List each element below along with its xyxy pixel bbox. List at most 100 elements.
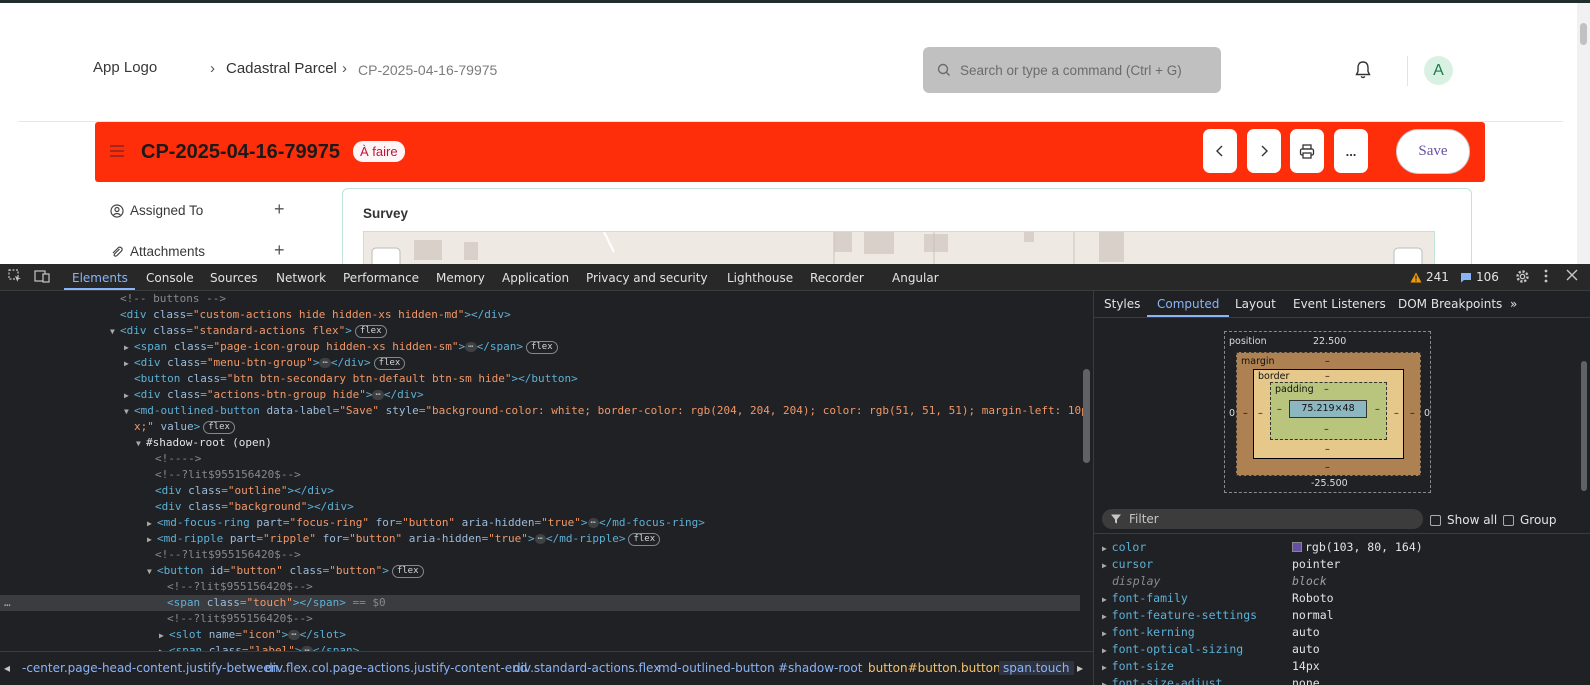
map[interactable] [363, 231, 1435, 264]
dom-crumb[interactable]: button#button.button [868, 661, 1001, 675]
margin-label: margin [1241, 356, 1275, 367]
breadcrumb-scroll-right-icon[interactable]: ▸ [1077, 661, 1083, 675]
tab-application[interactable]: Application [502, 271, 569, 285]
dom-node[interactable]: ▶ <slot name="icon"> ⋯ </slot> [0, 627, 1080, 643]
more-actions-button[interactable]: ... [1334, 129, 1368, 173]
dom-node[interactable]: <!----> [0, 451, 1080, 467]
dom-crumb[interactable]: md-outlined-button [658, 661, 775, 675]
tab-memory[interactable]: Memory [436, 271, 485, 285]
sidebar-toggle-icon[interactable] [110, 145, 124, 160]
dom-tree-scrollbar[interactable] [1081, 291, 1093, 651]
computed-prop-row[interactable]: ▶ cursor [1102, 557, 1153, 571]
dom-node[interactable]: <!--?lit$955156420$--> [0, 611, 1080, 627]
tab-recorder[interactable]: Recorder [810, 271, 864, 285]
row-ellipsis-icon[interactable]: … [4, 595, 11, 611]
dom-node[interactable]: ▶ <div class="menu-btn-group"> ⋯ </div> flex [0, 355, 1080, 371]
tab-sources[interactable]: Sources [210, 271, 257, 285]
dom-node[interactable]: ▼ <div class="standard-actions flex"> flex [0, 323, 1080, 339]
breadcrumb-scroll-left-icon[interactable]: ◂ [4, 661, 10, 675]
sidebar-item-label: Assigned To [130, 203, 204, 218]
kebab-menu-icon[interactable] [1544, 269, 1548, 287]
dom-node-selected[interactable]: … <span class="touch"></span> == $0 [0, 595, 1080, 611]
color-swatch[interactable] [1292, 542, 1302, 552]
dom-node[interactable]: <!--?lit$955156420$--> [0, 547, 1080, 563]
print-button[interactable] [1290, 129, 1324, 173]
tab-computed[interactable]: Computed [1157, 297, 1219, 311]
computed-filter-input[interactable]: Filter [1102, 509, 1423, 529]
dom-node[interactable]: ▶ <md-ripple part="ripple" for="button" a… [0, 531, 1080, 547]
dom-crumb-current[interactable]: span.touch [999, 661, 1074, 675]
dom-crumb[interactable]: div.standard-actions.flex [513, 661, 660, 675]
tab-event-listeners[interactable]: Event Listeners [1293, 297, 1386, 311]
prev-doc-button[interactable] [1203, 129, 1237, 173]
add-assignee-button[interactable]: + [274, 199, 285, 220]
next-doc-button[interactable] [1247, 129, 1281, 173]
close-devtools-icon[interactable] [1566, 269, 1578, 285]
computed-prop-row[interactable]: ▶ color [1102, 540, 1146, 554]
show-all-checkbox[interactable]: Show all [1430, 513, 1497, 527]
dom-node[interactable]: <button class="btn btn-secondary btn-def… [0, 371, 1080, 387]
dom-node[interactable]: <div class="background"></div> [0, 499, 1080, 515]
tab-console[interactable]: Console [146, 271, 194, 285]
avatar[interactable]: A [1424, 56, 1453, 85]
dom-node[interactable]: ▶<span class="label">⋯</span> [0, 643, 1080, 651]
tab-network[interactable]: Network [276, 271, 326, 285]
computed-prop-row[interactable]: ▶ font-size [1102, 659, 1174, 673]
tab-styles[interactable]: Styles [1104, 297, 1140, 311]
box-content[interactable]: 75.219×48 [1289, 400, 1367, 418]
search-input[interactable]: Search or type a command (Ctrl + G) [923, 47, 1221, 93]
more-tabs-icon[interactable]: » [1510, 297, 1517, 311]
dom-node[interactable]: x;" value> flex [0, 419, 1080, 435]
dom-node[interactable]: ▶ <md-focus-ring part="focus-ring" for="b… [0, 515, 1080, 531]
app-logo[interactable]: App Logo [93, 59, 157, 76]
computed-prop-row[interactable]: ▶ font-optical-sizing [1102, 642, 1243, 656]
page-scrollbar[interactable] [1577, 3, 1590, 264]
devtools-tabbar: Elements Console Sources Network Perform… [0, 264, 1590, 291]
sidebar-item-assigned-to[interactable]: Assigned To [110, 203, 203, 218]
messages-counter[interactable]: 106 [1460, 270, 1499, 284]
dom-node[interactable]: <div class="custom-actions hide hidden-x… [0, 307, 1080, 323]
issues-counter[interactable]: 241 [1410, 270, 1449, 284]
dom-crumb[interactable]: -center.page-head-content.justify-betwee… [22, 661, 278, 675]
dom-node[interactable]: <!-- buttons --> [0, 291, 1080, 307]
tab-performance[interactable]: Performance [343, 271, 419, 285]
tab-lighthouse[interactable]: Lighthouse [727, 271, 793, 285]
user-add-icon [110, 203, 124, 218]
tab-layout[interactable]: Layout [1235, 297, 1276, 311]
box-padding[interactable]: padding – – – – 75.219×48 [1270, 382, 1387, 440]
computed-prop-row[interactable]: display [1102, 574, 1160, 588]
sidebar-item-attachments[interactable]: Attachments [110, 244, 205, 259]
group-checkbox[interactable]: Group [1503, 513, 1557, 527]
dom-crumb[interactable]: div.flex.col.page-actions.justify-conten… [265, 661, 527, 675]
box-border[interactable]: border – – – – padding – – – – 75.219×48 [1253, 369, 1404, 459]
sidebar-scrollbar[interactable] [1579, 351, 1589, 511]
save-button[interactable]: Save [1396, 129, 1470, 174]
chevron-right-icon [1261, 145, 1268, 157]
dom-tree[interactable]: <!-- buttons --> <div class="custom-acti… [0, 291, 1093, 651]
computed-prop-row[interactable]: ▶ font-family [1102, 591, 1188, 605]
computed-prop-value: pointer [1292, 557, 1341, 571]
dom-node[interactable]: ▶ <div class="actions-btn-group hide"> ⋯ </… [0, 387, 1080, 403]
computed-prop-row[interactable]: ▶ font-feature-settings [1102, 608, 1257, 622]
dom-node[interactable]: <!--?lit$955156420$--> [0, 579, 1080, 595]
device-toolbar-icon[interactable] [34, 269, 50, 287]
tab-angular[interactable]: Angular [892, 271, 939, 285]
inspect-element-icon[interactable] [8, 269, 22, 287]
breadcrumb-cadastral-parcel[interactable]: Cadastral Parcel [226, 60, 337, 77]
tab-privacy-security[interactable]: Privacy and security [586, 271, 708, 285]
computed-prop-row[interactable]: ▶ font-size-adjust [1102, 676, 1222, 685]
dom-node[interactable]: ▶ <span class="page-icon-group hidden-xs … [0, 339, 1080, 355]
add-attachment-button[interactable]: + [274, 240, 285, 261]
dom-crumb[interactable]: #shadow-root [778, 661, 862, 675]
settings-gear-icon[interactable] [1515, 269, 1530, 288]
dom-node[interactable]: <!--?lit$955156420$--> [0, 467, 1080, 483]
box-margin[interactable]: margin – – – – border – – – – padding – … [1236, 352, 1421, 476]
dom-node[interactable]: ▼ <md-outlined-button data-label="Save" s… [0, 403, 1088, 419]
tab-dom-breakpoints[interactable]: DOM Breakpoints [1398, 297, 1502, 311]
computed-prop-row[interactable]: ▶ font-kerning [1102, 625, 1195, 639]
dom-node[interactable]: ▼ <button id="button" class="button"> flex [0, 563, 1080, 579]
dom-node[interactable]: <div class="outline"></div> [0, 483, 1080, 499]
tab-elements[interactable]: Elements [72, 271, 128, 285]
bell-icon[interactable] [1354, 60, 1372, 83]
dom-node[interactable]: ▼ #shadow-root (open) [0, 435, 1080, 451]
